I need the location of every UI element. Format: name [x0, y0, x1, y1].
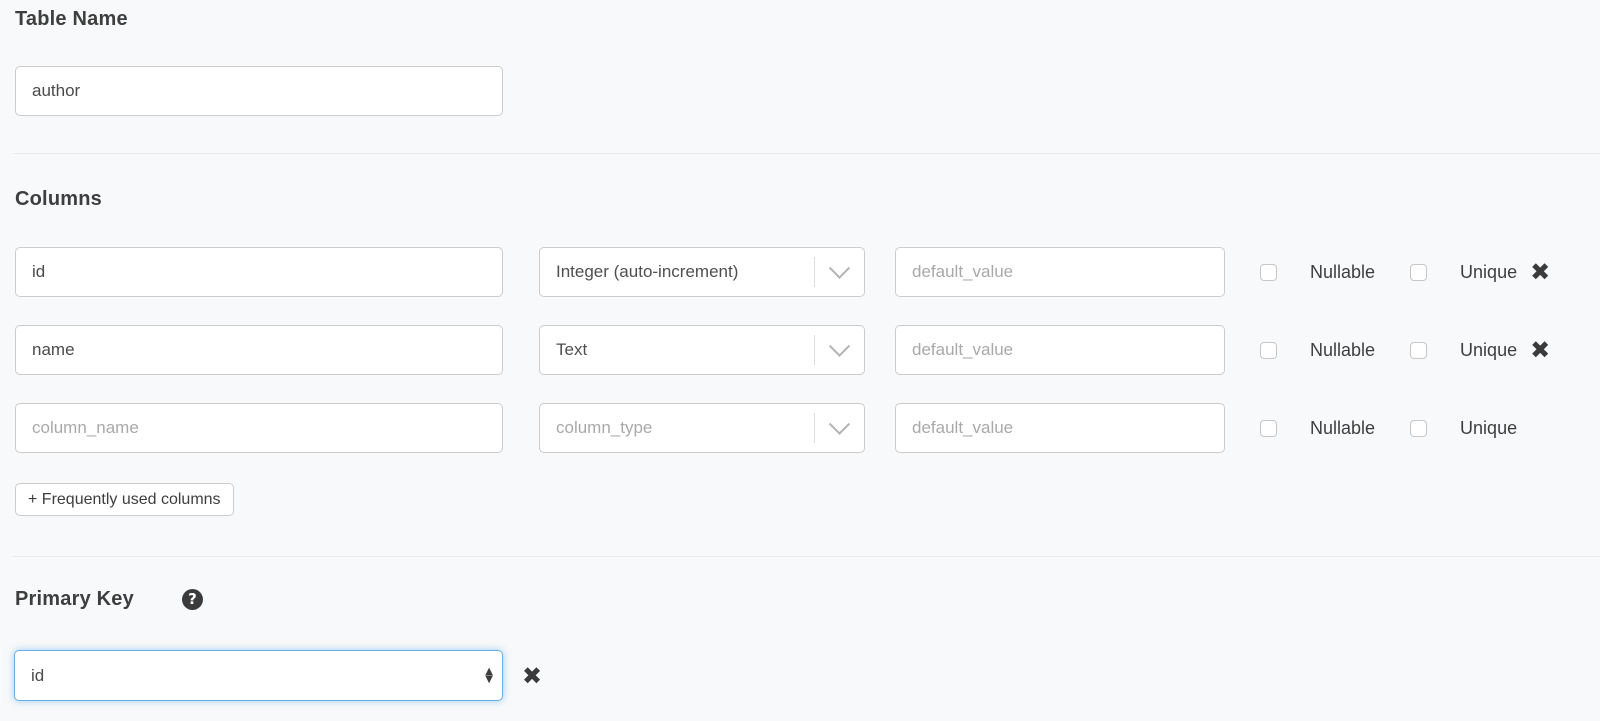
nullable-label: Nullable: [1310, 262, 1375, 283]
column-type-value: Integer (auto-increment): [540, 262, 814, 282]
chevron-down-icon: [815, 421, 864, 436]
nullable-label: Nullable: [1310, 418, 1375, 439]
column-type-select[interactable]: Text: [539, 325, 865, 375]
nullable-label: Nullable: [1310, 340, 1375, 361]
table-name-heading: Table Name: [15, 8, 1585, 30]
primary-key-heading: Primary Key: [15, 588, 134, 610]
column-type-select[interactable]: Integer (auto-increment): [539, 247, 865, 297]
default-value-input[interactable]: [895, 403, 1225, 453]
column-type-value: Text: [540, 340, 814, 360]
unique-label: Unique: [1460, 418, 1517, 439]
column-type-select[interactable]: column_type: [539, 403, 865, 453]
column-name-input[interactable]: [15, 403, 503, 453]
column-name-input[interactable]: [15, 247, 503, 297]
help-question-icon[interactable]: ?: [182, 589, 203, 610]
primary-key-select[interactable]: id ▲ ▼: [14, 650, 503, 701]
section-divider: [13, 556, 1600, 557]
select-updown-icon: ▲ ▼: [485, 668, 493, 684]
remove-primary-key-icon[interactable]: ✖: [522, 664, 542, 688]
chevron-down-icon: [815, 343, 864, 358]
chevron-down-icon: [815, 265, 864, 280]
unique-label: Unique: [1460, 340, 1517, 361]
primary-key-header: Primary Key ?: [15, 588, 1585, 610]
unique-checkbox[interactable]: [1410, 264, 1427, 281]
remove-column-icon[interactable]: ✖: [1530, 260, 1550, 284]
unique-checkbox[interactable]: [1410, 342, 1427, 359]
unique-checkbox[interactable]: [1410, 420, 1427, 437]
column-name-input[interactable]: [15, 325, 503, 375]
nullable-checkbox[interactable]: [1260, 420, 1277, 437]
section-divider: [13, 153, 1600, 154]
frequently-used-columns-button[interactable]: + Frequently used columns: [15, 483, 234, 516]
default-value-input[interactable]: [895, 325, 1225, 375]
column-row: column_type Nullable Unique: [15, 403, 1585, 453]
arrow-down-icon: ▼: [485, 676, 493, 684]
primary-key-selected-value: id: [31, 666, 44, 686]
nullable-checkbox[interactable]: [1260, 264, 1277, 281]
column-row: Text Nullable Unique ✖: [15, 325, 1585, 375]
column-type-placeholder: column_type: [540, 418, 814, 438]
column-row: Integer (auto-increment) Nullable Unique…: [15, 247, 1585, 297]
create-table-form: Table Name Columns Integer (auto-increme…: [0, 0, 1600, 701]
nullable-checkbox[interactable]: [1260, 342, 1277, 359]
table-name-input[interactable]: [15, 66, 503, 116]
primary-key-row: id ▲ ▼ ✖: [15, 650, 1585, 701]
default-value-input[interactable]: [895, 247, 1225, 297]
columns-heading: Columns: [15, 188, 1585, 210]
unique-label: Unique: [1460, 262, 1517, 283]
remove-column-icon[interactable]: ✖: [1530, 338, 1550, 362]
